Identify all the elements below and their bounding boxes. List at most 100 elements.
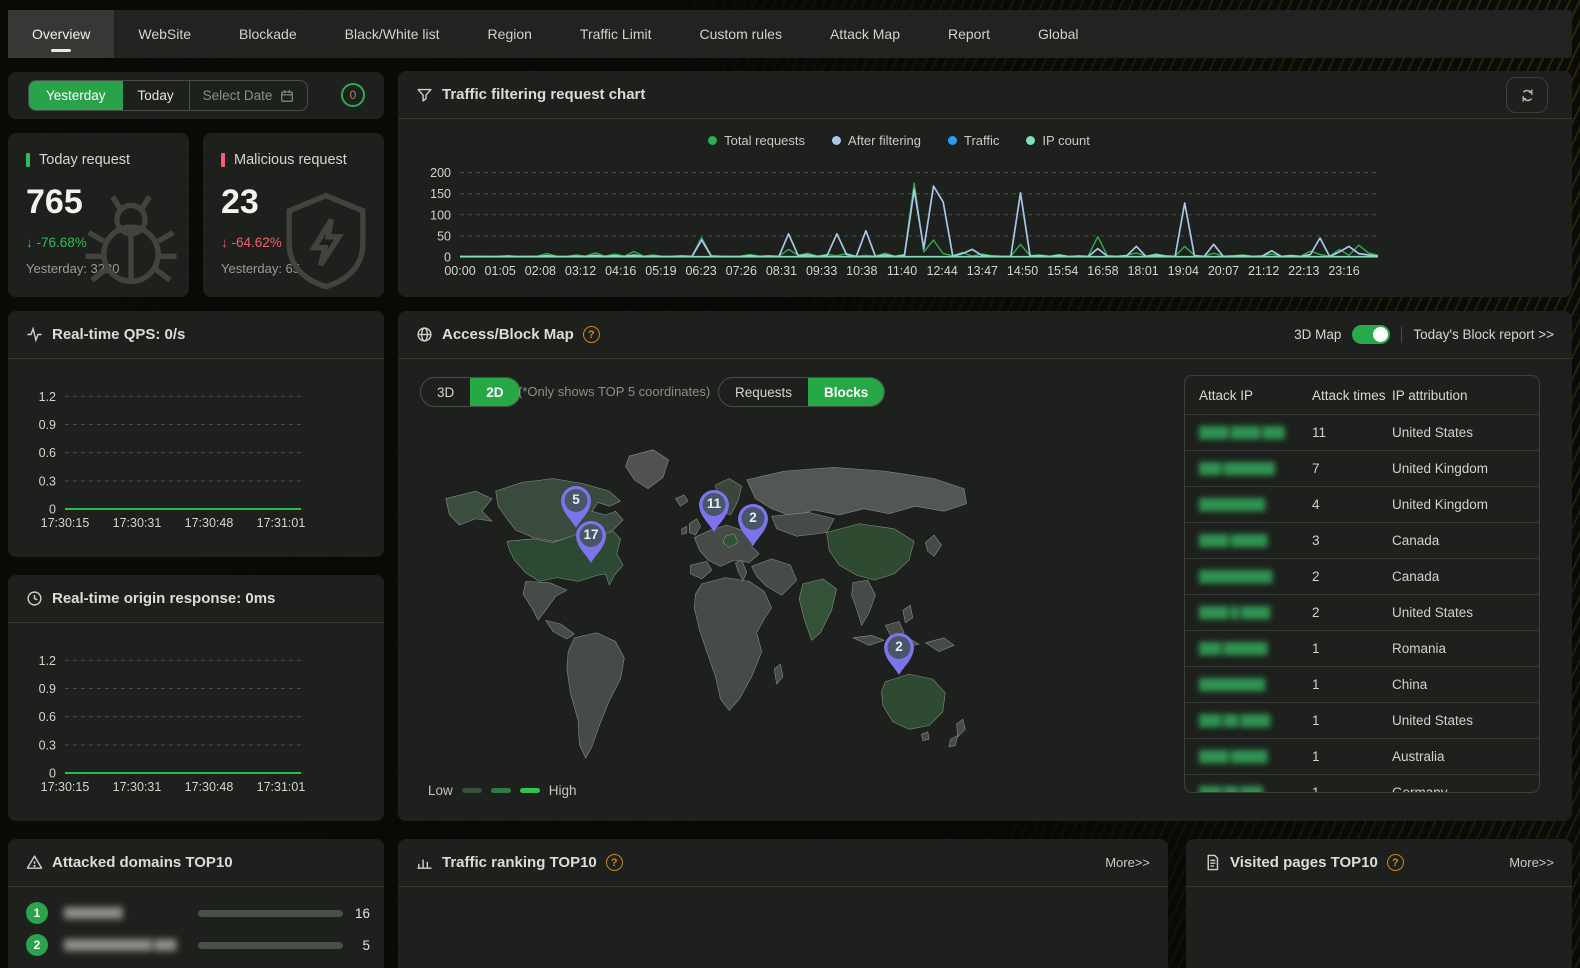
traffic-ranking-title: Traffic ranking TOP10 bbox=[442, 854, 597, 871]
svg-text:03:12: 03:12 bbox=[565, 264, 596, 278]
legend-low-label: Low bbox=[428, 783, 453, 798]
divider bbox=[1401, 327, 1402, 343]
map-note: (*Only shows TOP 5 coordinates) bbox=[518, 384, 710, 399]
attack-ip-table: Attack IP Attack times IP attribution ██… bbox=[1184, 375, 1540, 793]
visited-pages-panel: Visited pages TOP10 ? More>> bbox=[1186, 839, 1572, 968]
domain-name: ████████████ ███ bbox=[64, 939, 198, 951]
svg-text:0: 0 bbox=[444, 251, 451, 265]
legend-label: After filtering bbox=[848, 133, 921, 148]
svg-text:50: 50 bbox=[437, 229, 451, 243]
map-3d-toggle[interactable] bbox=[1352, 325, 1390, 344]
map-help-icon[interactable]: ? bbox=[583, 326, 600, 343]
domain-bar bbox=[198, 942, 343, 949]
tab-global[interactable]: Global bbox=[1014, 10, 1102, 58]
mode-2d-button[interactable]: 2D bbox=[470, 378, 519, 406]
svg-text:0.9: 0.9 bbox=[39, 418, 56, 432]
refresh-countdown-badge: 0 bbox=[341, 83, 365, 107]
bug-icon bbox=[79, 187, 183, 291]
origin-line-chart: 00.30.60.91.217:30:1517:30:3117:30:4817:… bbox=[18, 637, 374, 817]
tab-region[interactable]: Region bbox=[464, 10, 556, 58]
col-attack-times: Attack times bbox=[1298, 388, 1388, 403]
table-row[interactable]: ████ █████1Australia bbox=[1185, 738, 1539, 774]
svg-text:0.6: 0.6 bbox=[39, 710, 56, 724]
table-row[interactable]: ███ ██ ████1United States bbox=[1185, 702, 1539, 738]
svg-text:02:08: 02:08 bbox=[525, 264, 556, 278]
legend-ip-count[interactable]: IP count bbox=[1026, 133, 1089, 148]
date-selector-panel: Yesterday Today Select Date 0 bbox=[8, 72, 384, 119]
table-header: Attack IP Attack times IP attribution bbox=[1185, 376, 1539, 414]
table-row[interactable]: ████ █ ████2United States bbox=[1185, 594, 1539, 630]
select-date-label: Select Date bbox=[203, 88, 273, 103]
malicious-request-title: Malicious request bbox=[234, 152, 347, 168]
tab-report[interactable]: Report bbox=[924, 10, 1014, 58]
legend-dot-lightblue bbox=[832, 136, 841, 145]
visited-pages-help-icon[interactable]: ? bbox=[1387, 854, 1404, 871]
select-date-button[interactable]: Select Date bbox=[190, 81, 308, 110]
yesterday-button[interactable]: Yesterday bbox=[29, 81, 123, 110]
tab-blockade[interactable]: Blockade bbox=[215, 10, 321, 58]
tab-black-white-list[interactable]: Black/White list bbox=[321, 10, 464, 58]
tab-custom-rules[interactable]: Custom rules bbox=[676, 10, 806, 58]
requests-button[interactable]: Requests bbox=[719, 378, 808, 406]
svg-text:100: 100 bbox=[430, 208, 451, 222]
table-row[interactable]: ████ █████3Canada bbox=[1185, 522, 1539, 558]
traffic-chart-panel: Traffic filtering request chart Total re… bbox=[398, 71, 1572, 297]
refresh-button[interactable] bbox=[1506, 77, 1548, 113]
table-row[interactable]: ████ ████ ███11United States bbox=[1185, 414, 1539, 450]
clock-icon bbox=[26, 590, 43, 607]
table-row[interactable]: █████████1China bbox=[1185, 666, 1539, 702]
tab-traffic-limit[interactable]: Traffic Limit bbox=[556, 10, 676, 58]
svg-text:23:16: 23:16 bbox=[1328, 264, 1359, 278]
map-pin-australia[interactable]: 2 bbox=[881, 630, 917, 676]
table-row[interactable]: ██████████2Canada bbox=[1185, 558, 1539, 594]
today-button[interactable]: Today bbox=[123, 81, 190, 110]
legend-high-label: High bbox=[549, 783, 577, 798]
domain-rank-row[interactable]: 1 ████████ 16 bbox=[26, 901, 370, 925]
svg-text:17:31:01: 17:31:01 bbox=[257, 516, 306, 530]
legend-after-filtering[interactable]: After filtering bbox=[832, 133, 921, 148]
map-pin-uk[interactable]: 11 bbox=[696, 487, 732, 533]
traffic-ranking-help-icon[interactable]: ? bbox=[606, 854, 623, 871]
date-range-group: Yesterday Today Select Date bbox=[28, 80, 308, 111]
filter-funnel-icon bbox=[416, 86, 433, 103]
map-panel: Access/Block Map ? 3D Map Today's Block … bbox=[398, 311, 1572, 821]
legend-label: IP count bbox=[1042, 133, 1089, 148]
svg-text:01:05: 01:05 bbox=[485, 264, 516, 278]
svg-text:06:23: 06:23 bbox=[685, 264, 716, 278]
block-report-link[interactable]: Today's Block report >> bbox=[1413, 327, 1554, 342]
svg-text:05:19: 05:19 bbox=[645, 264, 676, 278]
svg-text:21:12: 21:12 bbox=[1248, 264, 1279, 278]
legend-dot-green bbox=[708, 136, 717, 145]
tab-website[interactable]: WebSite bbox=[114, 10, 215, 58]
globe-icon bbox=[416, 326, 433, 343]
domain-rank-row[interactable]: 2 ████████████ ███ 5 bbox=[26, 933, 370, 957]
svg-text:0: 0 bbox=[49, 503, 56, 517]
legend-total-requests[interactable]: Total requests bbox=[708, 133, 805, 148]
swatch-mid bbox=[491, 788, 511, 793]
svg-text:1.2: 1.2 bbox=[39, 654, 56, 668]
map-pin-usa[interactable]: 17 bbox=[573, 518, 609, 564]
refresh-icon bbox=[1519, 87, 1536, 104]
traffic-line-chart: 05010015020000:0001:0502:0803:1204:1605:… bbox=[418, 157, 1438, 283]
svg-text:10:38: 10:38 bbox=[846, 264, 877, 278]
table-row[interactable]: ███ ███████7United Kingdom bbox=[1185, 450, 1539, 486]
domain-count: 5 bbox=[362, 938, 370, 953]
blocks-button[interactable]: Blocks bbox=[808, 378, 884, 406]
visited-pages-more-link[interactable]: More>> bbox=[1509, 855, 1554, 870]
svg-text:14:50: 14:50 bbox=[1007, 264, 1038, 278]
svg-text:08:31: 08:31 bbox=[766, 264, 797, 278]
traffic-ranking-more-link[interactable]: More>> bbox=[1105, 855, 1150, 870]
domain-bar bbox=[198, 910, 343, 917]
table-row[interactable]: █████████4United Kingdom bbox=[1185, 486, 1539, 522]
svg-text:12:44: 12:44 bbox=[927, 264, 958, 278]
tab-attack-map[interactable]: Attack Map bbox=[806, 10, 924, 58]
swatch-low bbox=[462, 788, 482, 793]
shield-icon bbox=[274, 187, 378, 291]
legend-traffic[interactable]: Traffic bbox=[948, 133, 999, 148]
map-pin-europe[interactable]: 2 bbox=[735, 501, 771, 547]
table-row[interactable]: ███ ██ ███1Germany bbox=[1185, 774, 1539, 793]
malicious-request-card: Malicious request 23 ↓ -64.62% Yesterday… bbox=[203, 133, 384, 297]
table-row[interactable]: ███ ██████1Romania bbox=[1185, 630, 1539, 666]
tab-overview[interactable]: Overview bbox=[8, 10, 114, 58]
mode-3d-button[interactable]: 3D bbox=[421, 378, 470, 406]
